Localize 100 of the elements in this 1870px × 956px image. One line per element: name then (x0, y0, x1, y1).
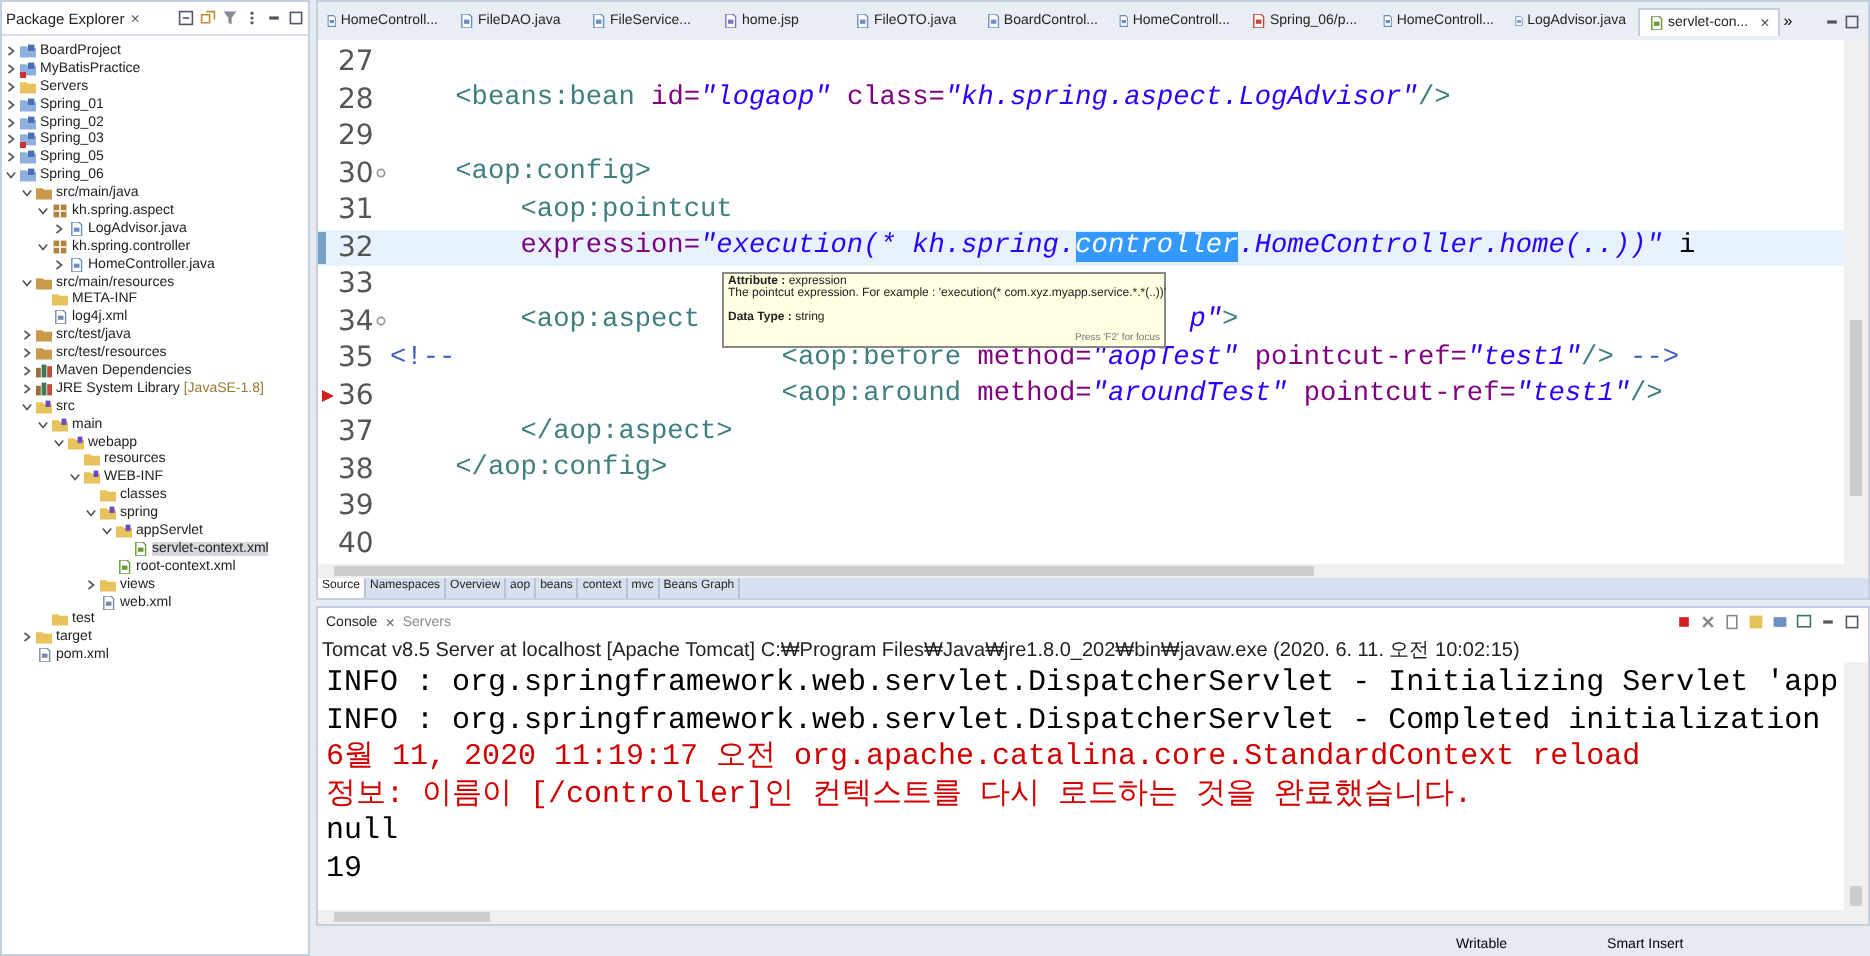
chevron-icon[interactable] (22, 330, 32, 341)
code-line: <aop:around method="aroundTest" pointcut-ref="test1"/> (779, 380, 1663, 411)
chevron-icon[interactable] (86, 508, 96, 519)
code-fragment: p"> (1189, 306, 1239, 337)
file-icon (986, 14, 1000, 28)
horizontal-scrollbar[interactable] (318, 910, 1868, 924)
code-line: </aop:config> (453, 454, 668, 485)
package-icon (52, 203, 68, 218)
chevron-icon[interactable] (102, 525, 112, 536)
folder-icon (52, 417, 68, 432)
chevron-icon[interactable] (22, 383, 32, 394)
file-icon (722, 14, 738, 28)
line-number: 40 (338, 527, 370, 560)
chevron-icon[interactable] (6, 117, 16, 127)
file-icon (116, 559, 132, 574)
code-line: <aop:aspect (518, 306, 700, 337)
console-line: null (326, 814, 401, 851)
link-icon[interactable] (200, 10, 216, 26)
file-icon (100, 595, 116, 610)
project-icon (20, 115, 36, 129)
chevron-icon[interactable] (54, 437, 64, 448)
line-number: 28 (338, 83, 370, 116)
chevron-icon[interactable] (38, 419, 48, 430)
project-icon (20, 150, 36, 165)
line-number: 33 (338, 268, 370, 301)
vertical-scrollbar[interactable] (1844, 40, 1868, 564)
folder-icon (36, 399, 52, 414)
chevron-icon[interactable] (22, 348, 32, 359)
chevron-icon[interactable] (6, 45, 16, 56)
line-number: 27 (338, 46, 370, 79)
folder-icon (20, 79, 36, 94)
package-icon (52, 239, 68, 254)
collapse-all-icon[interactable] (178, 10, 194, 26)
chevron-icon[interactable] (22, 632, 32, 643)
chevron-icon[interactable] (38, 241, 48, 252)
chevron-icon[interactable] (38, 205, 48, 216)
file-icon (36, 648, 52, 663)
maximize-icon[interactable] (1844, 614, 1860, 630)
chevron-icon[interactable] (22, 365, 32, 376)
folder-icon (84, 470, 100, 485)
tab-overflow-button[interactable]: » (1783, 12, 1793, 30)
folder-icon (100, 577, 116, 592)
chevron-icon[interactable] (6, 81, 16, 92)
file-icon (458, 14, 474, 28)
vertical-scrollbar[interactable] (1844, 662, 1868, 910)
line-number: 32 (338, 231, 370, 264)
fold-icon[interactable] (375, 168, 385, 179)
project-icon (20, 97, 36, 112)
file-icon (326, 14, 337, 28)
console-line: 6월 11, 2020 11:19:17 오전 org.apache.catalina.core.StandardContext reload (326, 740, 1643, 777)
chevron-icon[interactable] (6, 152, 16, 163)
close-button[interactable]: × (130, 9, 140, 27)
line-number: 31 (338, 194, 370, 227)
terminate-icon[interactable] (1676, 614, 1692, 630)
chevron-icon[interactable] (6, 134, 16, 145)
horizontal-scrollbar[interactable] (318, 564, 1868, 578)
file-icon (590, 14, 606, 28)
file-icon (1250, 14, 1266, 28)
file-icon (1382, 14, 1393, 28)
close-icon[interactable]: × (1760, 13, 1770, 31)
minimize-icon[interactable] (1820, 614, 1836, 630)
line-number: 29 (338, 120, 370, 153)
chevron-icon[interactable] (54, 223, 64, 234)
line-number: 30 (338, 157, 370, 190)
console-line: 19 (326, 851, 365, 888)
code-line: expression="execution(* kh.spring.controller.HomeController.home(..))" i (518, 232, 1696, 263)
project-icon (20, 61, 36, 76)
chevron-icon[interactable] (22, 277, 32, 288)
maximize-icon[interactable] (288, 10, 304, 26)
chevron-icon[interactable] (54, 259, 64, 270)
file-icon (68, 257, 84, 272)
chevron-icon[interactable] (6, 170, 16, 181)
close-button[interactable]: × (385, 613, 395, 631)
chevron-icon[interactable] (6, 99, 16, 110)
file-icon (52, 310, 68, 325)
folder-icon (36, 186, 52, 201)
folder-icon (100, 488, 116, 503)
filter-icon[interactable] (222, 10, 238, 26)
chevron-icon[interactable] (6, 63, 16, 74)
file-icon (132, 541, 148, 556)
project-icon (20, 168, 36, 183)
maximize-icon[interactable] (1844, 13, 1860, 29)
fold-icon[interactable] (375, 316, 385, 327)
chevron-icon[interactable] (70, 472, 80, 483)
file-icon (854, 14, 870, 28)
line-number: 35 (338, 342, 370, 375)
chevron-icon[interactable] (86, 579, 96, 590)
code-line: <beans:bean id="logaop" class="kh.spring.aspect.LogAdvisor"/> (453, 84, 1451, 115)
code-line: <aop:config> (453, 158, 652, 189)
code-line: <aop:pointcut (518, 195, 733, 226)
remove-icon[interactable] (1700, 614, 1716, 630)
code-line: </aop:aspect> (518, 417, 733, 448)
chevron-icon[interactable] (22, 188, 32, 199)
chevron-icon[interactable] (22, 401, 32, 412)
minimize-icon[interactable] (266, 10, 282, 26)
project-icon (20, 43, 36, 58)
launch-description: Tomcat v8.5 Server at localhost [Apache Tomcat] C:₩Program Files₩Java₩jre1.8.0_202₩bin₩javaw.exe (2020. 6. 11. 오전 10:02:15) (320, 638, 1522, 662)
console-line: INFO : org.springframework.web.servlet.DispatcherServlet - Completed initialization (326, 703, 1823, 740)
line-number: 34 (338, 305, 370, 338)
file-icon (1648, 15, 1664, 29)
